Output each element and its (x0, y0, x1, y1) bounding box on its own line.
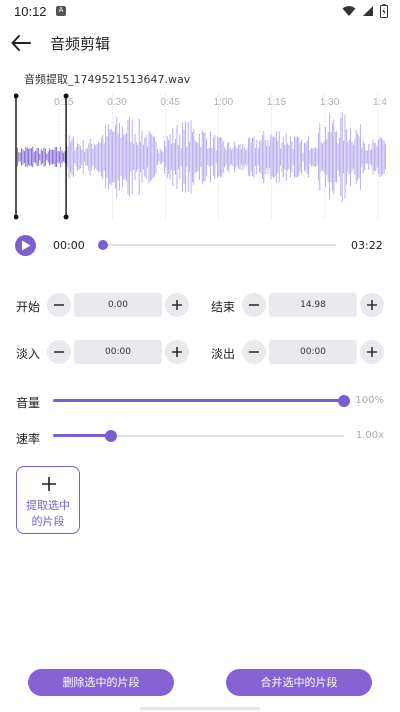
plus-icon (172, 300, 182, 310)
delete-selection-button[interactable]: 删除选中的片段 (28, 669, 174, 696)
end-label: 结束 (211, 300, 236, 314)
fade-in-stepper: 00:00 (47, 340, 189, 364)
wifi-icon (342, 6, 356, 16)
minus-icon (249, 351, 259, 353)
minus-icon (54, 304, 64, 306)
minus-icon (54, 351, 64, 353)
fade-out-decrement-button[interactable] (242, 340, 266, 364)
end-increment-button[interactable] (360, 293, 384, 317)
home-indicator (140, 707, 260, 710)
fade-in-label: 淡入 (16, 347, 41, 361)
volume-slider[interactable] (53, 395, 350, 407)
signal-icon (363, 6, 373, 16)
start-decrement-button[interactable] (47, 293, 71, 317)
back-button[interactable] (10, 32, 36, 54)
fade-out-increment-button[interactable] (360, 340, 384, 364)
end-value-field[interactable]: 14.98 (269, 293, 357, 317)
waveform-time-label: 1:4 (373, 97, 386, 108)
rate-value: 1.00x (355, 430, 384, 441)
volume-slider-fill (53, 399, 344, 402)
fade-out-stepper: 00:00 (242, 340, 384, 364)
start-label: 开始 (16, 300, 41, 314)
fade-in-value-field[interactable]: 00:00 (74, 340, 162, 364)
playback-progress-slider[interactable] (98, 240, 336, 250)
plus-icon (367, 347, 377, 357)
end-decrement-button[interactable] (242, 293, 266, 317)
selection-handle-knob[interactable] (14, 214, 19, 220)
merge-selection-button[interactable]: 合并选中的片段 (226, 669, 372, 696)
extract-selection-button[interactable]: 提取选中的片段 (16, 466, 80, 534)
waveform-time-label: 0:15 (54, 97, 74, 108)
status-time: 10:12 (14, 4, 47, 19)
start-increment-button[interactable] (165, 293, 189, 317)
fade-in-increment-button[interactable] (165, 340, 189, 364)
selection-handle-knob[interactable] (63, 93, 69, 99)
play-button[interactable] (15, 235, 36, 256)
rate-label: 速率 (16, 432, 41, 446)
file-name: 音频提取_1749521513647.wav (24, 73, 191, 86)
start-value-field[interactable]: 0.00 (74, 293, 162, 317)
plus-icon (172, 347, 182, 357)
battery-icon (380, 4, 388, 18)
volume-value: 100% (355, 395, 384, 406)
extract-selection-label: 提取选中的片段 (26, 499, 70, 528)
play-icon (22, 240, 31, 251)
end-stepper: 14.98 (242, 293, 384, 317)
waveform-time-label: 1:00 (214, 97, 234, 108)
app-bar: 音频剪辑 (0, 24, 400, 64)
waveform-time-label: 1:15 (267, 97, 287, 108)
start-stepper: 0.00 (47, 293, 189, 317)
rate-slider[interactable] (53, 430, 344, 442)
minus-icon (249, 304, 259, 306)
fade-in-decrement-button[interactable] (47, 340, 71, 364)
progress-thumb[interactable] (98, 240, 108, 250)
volume-slider-thumb[interactable] (338, 395, 350, 407)
waveform-time-label: 1:30 (320, 97, 340, 108)
notification-icon: A (56, 6, 66, 16)
plus-icon (367, 300, 377, 310)
rate-slider-thumb[interactable] (105, 430, 118, 442)
selection-handle-knob[interactable] (14, 93, 19, 99)
waveform-editor[interactable]: 0:15 0:30 0:45 1:00 1:15 1:30 1:4 (14, 88, 386, 220)
fade-out-label: 淡出 (211, 347, 236, 361)
selection-handle-knob[interactable] (63, 214, 69, 220)
plus-icon (42, 477, 56, 491)
waveform-time-label: 0:30 (107, 97, 127, 108)
fade-out-value-field[interactable]: 00:00 (269, 340, 357, 364)
volume-label: 音量 (16, 396, 41, 410)
rate-slider-fill (53, 434, 112, 437)
total-time: 03:22 (351, 239, 383, 252)
current-time: 00:00 (53, 239, 85, 252)
page-title: 音频剪辑 (50, 35, 111, 53)
arrow-left-icon (11, 35, 31, 51)
status-bar: 10:12 A (0, 0, 400, 24)
status-icons (342, 4, 388, 18)
waveform-time-label: 0:45 (160, 97, 180, 108)
